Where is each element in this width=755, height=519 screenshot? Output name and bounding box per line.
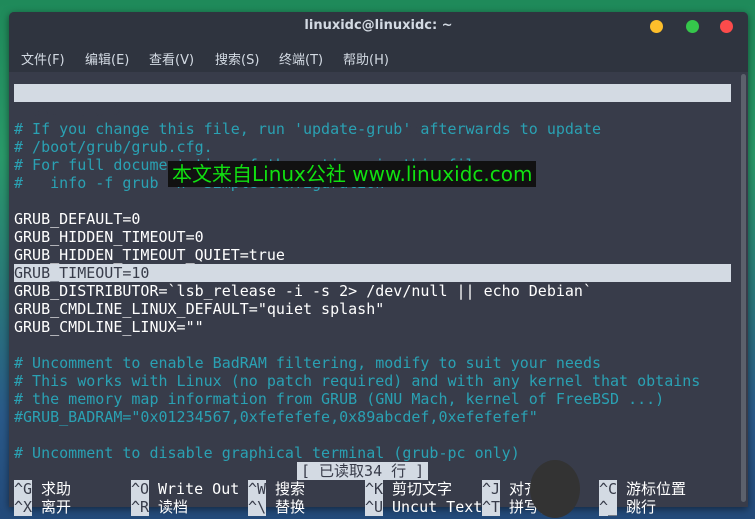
code-line: # Uncomment to enable BadRAM filtering, … — [14, 354, 601, 372]
code-line: # This works with Linux (no patch requir… — [14, 372, 701, 390]
menu-help[interactable]: 帮助(H) — [343, 49, 389, 68]
status-message: [ 已读取34 行 ] — [297, 462, 429, 480]
watermark: 本文来自Linux公社 www.linuxidc.com — [168, 161, 537, 187]
code-line: GRUB_CMDLINE_LINUX="" — [14, 318, 204, 336]
terminal-window: linuxidc@linuxidc: ~ 文件(F) 编辑(E) 查看(V) 搜… — [9, 12, 748, 516]
shortcut-key[interactable]: ^R — [131, 498, 150, 516]
nano-header: GNU nano 2.8.6 文件: /etc/default/grub — [14, 84, 731, 138]
shortcut-label[interactable]: 游标位置 — [626, 480, 686, 498]
shortcut-key[interactable]: ^O — [131, 480, 150, 498]
window-title: linuxidc@linuxidc: ~ — [304, 18, 453, 33]
title-bar[interactable]: linuxidc@linuxidc: ~ — [9, 12, 748, 42]
site-logo — [530, 460, 580, 518]
shortcut-key[interactable]: ^J — [482, 480, 501, 498]
nano-version: GNU nano 2.8.6 — [32, 102, 159, 120]
shortcut-label[interactable]: Write Out — [158, 480, 239, 498]
code-line: # Uncomment to disable graphical termina… — [14, 444, 520, 462]
code-line: GRUB_DISTRIBUTOR=`lsb_release -i -s 2> /… — [14, 282, 592, 300]
close-button[interactable] — [720, 20, 733, 33]
minimize-button[interactable] — [650, 20, 663, 33]
maximize-button[interactable] — [686, 20, 699, 33]
code-line: #GRUB_BADRAM="0x01234567,0xfefefefe,0x89… — [14, 408, 538, 426]
shortcut-label[interactable]: 离开 — [41, 498, 71, 516]
code-line: GRUB_TIMEOUT=10 — [14, 264, 731, 282]
shortcut-label[interactable]: 求助 — [41, 480, 71, 498]
shortcut-key[interactable]: ^K — [365, 480, 384, 498]
menu-view[interactable]: 查看(V) — [149, 49, 194, 68]
code-line: # If you change this file, run 'update-g… — [14, 120, 601, 138]
shortcut-label[interactable]: 替换 — [275, 498, 305, 516]
shortcut-key[interactable]: ^W — [248, 480, 267, 498]
terminal-content[interactable]: GNU nano 2.8.6 文件: /etc/default/grub # I… — [9, 72, 736, 516]
menu-bar: 文件(F) 编辑(E) 查看(V) 搜索(S) 终端(T) 帮助(H) — [9, 42, 748, 72]
shortcut-key[interactable]: ^G — [14, 480, 33, 498]
menu-edit[interactable]: 编辑(E) — [85, 49, 129, 68]
shortcut-label[interactable]: 剪切文字 — [392, 480, 452, 498]
shortcut-key[interactable]: ^T — [482, 498, 501, 516]
shortcut-label[interactable]: 搜索 — [275, 480, 305, 498]
code-line: GRUB_HIDDEN_TIMEOUT=0 — [14, 228, 204, 246]
code-line: GRUB_DEFAULT=0 — [14, 210, 141, 228]
code-line: GRUB_HIDDEN_TIMEOUT_QUIET=true — [14, 246, 285, 264]
code-line: GRUB_CMDLINE_LINUX_DEFAULT="quiet splash… — [14, 300, 385, 318]
code-line: # /boot/grub/grub.cfg. — [14, 138, 213, 156]
shortcut-label[interactable]: 跳行 — [626, 498, 656, 516]
menu-terminal[interactable]: 终端(T) — [279, 49, 323, 68]
code-line: # the memory map information from GRUB (… — [14, 390, 665, 408]
shortcut-key[interactable]: ^U — [365, 498, 384, 516]
menu-file[interactable]: 文件(F) — [21, 49, 65, 68]
shortcut-label[interactable]: Uncut Text — [392, 498, 482, 516]
shortcut-label[interactable]: 读档 — [158, 498, 188, 516]
shortcut-key[interactable]: ^C — [599, 480, 618, 498]
menu-search[interactable]: 搜索(S) — [215, 49, 259, 68]
shortcut-key[interactable]: ^X — [14, 498, 33, 516]
shortcut-key[interactable]: ^_ — [599, 498, 618, 516]
shortcut-key[interactable]: ^\ — [248, 498, 267, 516]
scrollbar[interactable] — [741, 74, 746, 502]
